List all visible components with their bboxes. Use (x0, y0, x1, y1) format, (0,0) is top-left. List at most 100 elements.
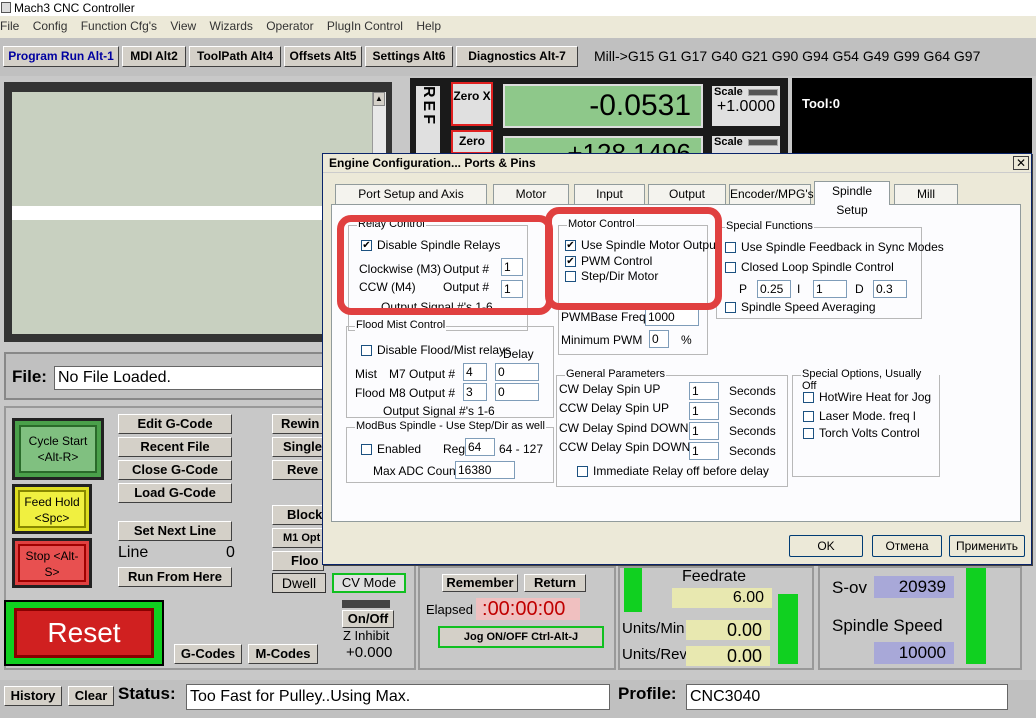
hotwire-heat-checkbox[interactable] (803, 392, 814, 403)
menu-view[interactable]: View (170, 19, 196, 33)
step-dir-motor-checkbox[interactable] (565, 271, 576, 282)
modbus-spindle-title: ModBus Spindle - Use Step/Dir as well (355, 420, 546, 432)
tab-mdi[interactable]: MDI Alt2 (122, 46, 186, 67)
reset-button[interactable]: Reset (14, 608, 154, 658)
tab-toolpath[interactable]: ToolPath Alt4 (189, 46, 281, 67)
mcodes-button[interactable]: M-Codes (248, 644, 318, 664)
special-functions-group: Special Functions Use Spindle Feedback i… (716, 220, 944, 319)
closed-loop-checkbox[interactable] (725, 262, 736, 273)
edit-gcode-button[interactable]: Edit G-Code (118, 414, 232, 434)
zero-x-button[interactable]: Zero X (451, 82, 493, 126)
spindle-override-value[interactable]: 20939 (874, 576, 954, 598)
menu-config[interactable]: Config (33, 19, 68, 33)
menu-function-cfgs[interactable]: Function Cfg's (81, 19, 157, 33)
zero-y-button[interactable]: Zero (451, 130, 493, 154)
tab-motor-outputs[interactable]: Motor Outputs (493, 184, 569, 220)
close-icon[interactable]: ✕ (1013, 156, 1029, 170)
speed-averaging-checkbox[interactable] (725, 302, 736, 313)
disable-spindle-relays-checkbox[interactable]: ✔ (361, 240, 372, 251)
i-field[interactable]: 1 (813, 280, 847, 298)
p-field[interactable]: 0.25 (757, 280, 791, 298)
use-spindle-motor-checkbox[interactable]: ✔ (565, 240, 576, 251)
tab-program-run[interactable]: Program Run Alt-1 (3, 46, 119, 67)
set-next-line-button[interactable]: Set Next Line (118, 521, 232, 541)
block-delete-button[interactable]: Block (272, 505, 324, 525)
ok-button[interactable]: OK (789, 535, 863, 557)
modbus-reg-field[interactable]: 64 (465, 438, 495, 456)
z-inhibit-value[interactable]: +0.000 (346, 644, 392, 661)
tab-mill-options[interactable]: Mill Options (894, 184, 958, 220)
cw-delay-spin-down-field[interactable]: 1 (689, 422, 719, 440)
spindle-speed-value[interactable]: 10000 (874, 642, 954, 664)
torch-volts-checkbox[interactable] (803, 428, 814, 439)
ref-all-button[interactable]: REF (416, 86, 440, 156)
recent-file-button[interactable]: Recent File (118, 437, 232, 457)
tab-spindle-setup[interactable]: Spindle Setup (814, 181, 890, 217)
menu-wizards[interactable]: Wizards (210, 19, 253, 33)
d-field[interactable]: 0.3 (873, 280, 907, 298)
menu-file[interactable]: File (0, 19, 19, 33)
clear-button[interactable]: Clear (68, 686, 114, 706)
modal-gcode-line: Mill->G15 G1 G17 G40 G21 G90 G94 G54 G49… (594, 48, 981, 64)
menu-help[interactable]: Help (416, 19, 441, 33)
apply-button[interactable]: Применить (949, 535, 1025, 557)
remember-button[interactable]: Remember (442, 574, 518, 592)
m8-delay-field[interactable]: 0 (495, 383, 539, 401)
rewind-button[interactable]: Rewin (272, 414, 324, 434)
z-inhibit-toggle[interactable]: On/Off (342, 610, 394, 628)
max-adc-field[interactable]: 16380 (455, 461, 515, 479)
laser-mode-checkbox[interactable] (803, 411, 814, 422)
gcode-current-line (12, 206, 372, 220)
spindle-speed-label: Spindle Speed (832, 616, 943, 635)
m7-output-field[interactable]: 4 (463, 363, 487, 381)
feedrate-value[interactable]: 6.00 (672, 588, 772, 608)
load-gcode-button[interactable]: Load G-Code (118, 483, 232, 503)
gcodes-button[interactable]: G-Codes (174, 644, 242, 664)
tab-input-signals[interactable]: Input Signals (574, 184, 645, 220)
menu-plugin-control[interactable]: PlugIn Control (327, 19, 403, 33)
tab-output-signals[interactable]: Output Signals (648, 184, 726, 220)
tab-diagnostics[interactable]: Diagnostics Alt-7 (456, 46, 578, 67)
tab-encoder-mpgs[interactable]: Encoder/MPG's (729, 184, 814, 204)
jog-toggle-button[interactable]: Jog ON/OFF Ctrl-Alt-J (438, 626, 604, 648)
cycle-start-button[interactable]: Cycle Start <Alt-R> (12, 418, 104, 480)
flood-output-signals-label: Output Signal #'s 1-6 (383, 404, 495, 418)
return-button[interactable]: Return (524, 574, 586, 592)
m8-output-field[interactable]: 3 (463, 383, 487, 401)
line-value[interactable]: 0 (226, 544, 235, 562)
m7-delay-field[interactable]: 0 (495, 363, 539, 381)
ccw-delay-spin-up-field[interactable]: 1 (689, 402, 719, 420)
modbus-enabled-checkbox[interactable] (361, 444, 372, 455)
cancel-button[interactable]: Отмена (872, 535, 942, 557)
cw-delay-spin-up-field[interactable]: 1 (689, 382, 719, 400)
tab-settings[interactable]: Settings Alt6 (365, 46, 453, 67)
cw-output-field[interactable]: 1 (501, 258, 523, 276)
single-block-button[interactable]: Single (272, 437, 324, 457)
m1-optional-stop-button[interactable]: M1 Opt (272, 528, 324, 548)
x-axis-dro[interactable]: -0.0531 (503, 84, 703, 128)
history-button[interactable]: History (4, 686, 62, 706)
ccw-output-field[interactable]: 1 (501, 280, 523, 298)
cv-mode-indicator[interactable]: CV Mode (332, 573, 406, 593)
menu-operator[interactable]: Operator (266, 19, 313, 33)
menu-bar: File Config Function Cfg's View Wizards … (0, 16, 1036, 36)
ccw-delay-spin-down-field[interactable]: 1 (689, 442, 719, 460)
dwell-indicator[interactable]: Dwell (272, 573, 326, 593)
disable-flood-mist-checkbox[interactable] (361, 345, 372, 356)
pwm-base-freq-field[interactable]: 1000 (645, 308, 699, 326)
tab-offsets[interactable]: Offsets Alt5 (284, 46, 362, 67)
stop-button[interactable]: Stop <Alt-S> (12, 538, 92, 588)
minimum-pwm-field[interactable]: 0 (649, 330, 669, 348)
spindle-feedback-checkbox[interactable] (725, 242, 736, 253)
run-from-here-button[interactable]: Run From Here (118, 567, 232, 587)
feed-hold-button[interactable]: Feed Hold <Spc> (12, 484, 92, 534)
flood-button[interactable]: Floo (272, 551, 324, 571)
scale-x-value[interactable]: +1.0000 (712, 98, 780, 116)
immediate-relay-checkbox[interactable] (577, 466, 588, 477)
reverse-run-button[interactable]: Reve (272, 460, 324, 480)
scroll-up-icon[interactable]: ▲ (373, 92, 385, 106)
tab-port-setup[interactable]: Port Setup and Axis Selection (335, 184, 487, 220)
general-parameters-title: General Parameters (565, 368, 667, 380)
close-gcode-button[interactable]: Close G-Code (118, 460, 232, 480)
pwm-control-checkbox[interactable]: ✔ (565, 256, 576, 267)
